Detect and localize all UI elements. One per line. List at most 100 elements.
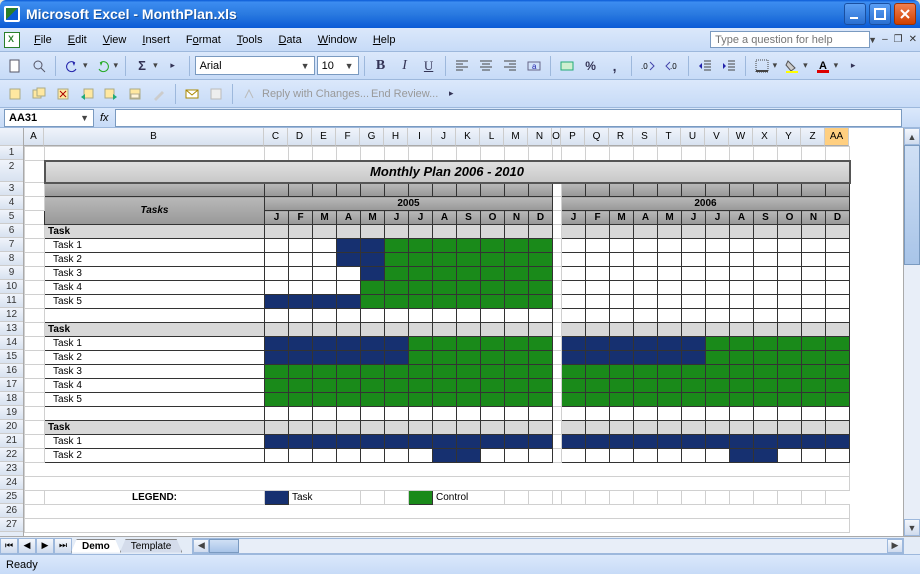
tab-first-button[interactable]: ⏮ xyxy=(0,538,18,554)
column-header[interactable]: T xyxy=(657,128,681,146)
row-header[interactable]: 17 xyxy=(0,378,23,392)
row-header[interactable]: 27 xyxy=(0,518,23,532)
column-header[interactable]: J xyxy=(432,128,456,146)
underline-button[interactable]: U xyxy=(418,55,440,77)
column-header[interactable]: AA xyxy=(825,128,849,146)
column-header[interactable]: U xyxy=(681,128,705,146)
row-header[interactable]: 18 xyxy=(0,392,23,406)
column-header[interactable]: M xyxy=(504,128,528,146)
sheet-tab-demo[interactable]: Demo xyxy=(71,539,121,553)
column-header[interactable]: G xyxy=(360,128,384,146)
font-color-dropdown-icon[interactable]: ▾ xyxy=(834,60,839,71)
column-header[interactable]: B xyxy=(44,128,264,146)
doc-restore-button[interactable]: ❐ xyxy=(894,34,903,45)
tab-next-button[interactable]: ▶ xyxy=(36,538,54,554)
window-close-button[interactable] xyxy=(894,3,916,25)
percent-button[interactable]: % xyxy=(580,55,602,77)
vertical-scrollbar[interactable]: ▲ ▼ xyxy=(903,128,920,536)
increase-indent-button[interactable] xyxy=(718,55,740,77)
menu-help[interactable]: Help xyxy=(365,32,404,48)
toolbar-options-button[interactable]: ▸ xyxy=(842,55,864,77)
column-header[interactable]: N xyxy=(528,128,552,146)
menu-view[interactable]: View xyxy=(95,32,135,48)
menu-insert[interactable]: Insert xyxy=(134,32,178,48)
row-header[interactable]: 19 xyxy=(0,406,23,420)
fx-icon[interactable]: fx xyxy=(100,112,109,124)
window-maximize-button[interactable] xyxy=(869,3,891,25)
column-header[interactable]: W xyxy=(729,128,753,146)
undo-button[interactable] xyxy=(61,55,83,77)
print-preview-button[interactable] xyxy=(28,55,50,77)
autosum-dropdown-icon[interactable]: ▾ xyxy=(153,60,158,71)
align-right-button[interactable] xyxy=(499,55,521,77)
decrease-decimal-button[interactable]: .0 xyxy=(661,55,683,77)
name-box[interactable]: AA31▼ xyxy=(4,109,94,127)
horizontal-scrollbar[interactable]: ◀ ▶ xyxy=(192,538,904,554)
column-header[interactable]: E xyxy=(312,128,336,146)
align-left-button[interactable] xyxy=(451,55,473,77)
review-icon-2[interactable] xyxy=(28,83,50,105)
select-all-button[interactable] xyxy=(0,128,23,146)
row-header[interactable]: 15 xyxy=(0,350,23,364)
redo-dropdown-icon[interactable]: ▾ xyxy=(114,60,119,71)
column-header[interactable]: Q xyxy=(585,128,609,146)
row-header[interactable]: 26 xyxy=(0,504,23,518)
column-header[interactable]: L xyxy=(480,128,504,146)
merge-center-button[interactable]: a xyxy=(523,55,545,77)
row-header[interactable]: 20 xyxy=(0,420,23,434)
row-header[interactable]: 8 xyxy=(0,252,23,266)
row-header[interactable]: 3 xyxy=(0,182,23,196)
row-header[interactable]: 12 xyxy=(0,308,23,322)
bold-button[interactable]: B xyxy=(370,55,392,77)
scroll-down-button[interactable]: ▼ xyxy=(904,519,920,536)
column-header[interactable]: Z xyxy=(801,128,825,146)
undo-dropdown-icon[interactable]: ▾ xyxy=(83,60,88,71)
spreadsheet-grid[interactable]: Monthly Plan 2006 - 2010Tasks20052006JFM… xyxy=(24,146,851,533)
row-header[interactable]: 13 xyxy=(0,322,23,336)
column-header[interactable]: I xyxy=(408,128,432,146)
review-icon-3[interactable] xyxy=(52,83,74,105)
column-header[interactable]: H xyxy=(384,128,408,146)
scroll-right-button[interactable]: ▶ xyxy=(887,539,903,553)
formula-bar[interactable] xyxy=(115,109,902,127)
review-show-button[interactable] xyxy=(124,83,146,105)
column-header[interactable]: C xyxy=(264,128,288,146)
review-next-button[interactable] xyxy=(100,83,122,105)
font-size-combo[interactable]: 10▼ xyxy=(317,56,359,75)
row-header[interactable]: 25 xyxy=(0,490,23,504)
tab-last-button[interactable]: ⏭ xyxy=(54,538,72,554)
sheet-tab-template[interactable]: Template xyxy=(120,539,183,553)
help-search-input[interactable] xyxy=(710,31,870,48)
align-center-button[interactable] xyxy=(475,55,497,77)
doc-minimize-button[interactable]: – xyxy=(882,34,888,45)
toolbar-options-button[interactable]: ▸ xyxy=(162,55,184,77)
column-header[interactable]: D xyxy=(288,128,312,146)
menu-file[interactable]: File xyxy=(26,32,60,48)
autosum-button[interactable]: Σ xyxy=(131,55,153,77)
column-header[interactable]: P xyxy=(561,128,585,146)
font-combo[interactable]: Arial▼ xyxy=(195,56,315,75)
column-header[interactable]: K xyxy=(456,128,480,146)
borders-button[interactable] xyxy=(751,55,773,77)
column-header[interactable]: S xyxy=(633,128,657,146)
column-header[interactable]: R xyxy=(609,128,633,146)
window-minimize-button[interactable] xyxy=(844,3,866,25)
row-header[interactable]: 10 xyxy=(0,280,23,294)
italic-button[interactable]: I xyxy=(394,55,416,77)
column-header[interactable]: A xyxy=(24,128,44,146)
row-header[interactable]: 24 xyxy=(0,476,23,490)
decrease-indent-button[interactable] xyxy=(694,55,716,77)
workbook-icon[interactable] xyxy=(4,32,20,48)
review-icon-1[interactable] xyxy=(4,83,26,105)
tab-prev-button[interactable]: ◀ xyxy=(18,538,36,554)
font-color-button[interactable]: A xyxy=(812,55,834,77)
menu-data[interactable]: Data xyxy=(270,32,309,48)
menu-tools[interactable]: Tools xyxy=(229,32,271,48)
menu-window[interactable]: Window xyxy=(310,32,365,48)
doc-close-button[interactable]: ✕ xyxy=(909,34,917,45)
column-header[interactable]: Y xyxy=(777,128,801,146)
row-header[interactable]: 5 xyxy=(0,210,23,224)
scroll-thumb[interactable] xyxy=(904,145,920,265)
increase-decimal-button[interactable]: .0 xyxy=(637,55,659,77)
row-header[interactable]: 11 xyxy=(0,294,23,308)
